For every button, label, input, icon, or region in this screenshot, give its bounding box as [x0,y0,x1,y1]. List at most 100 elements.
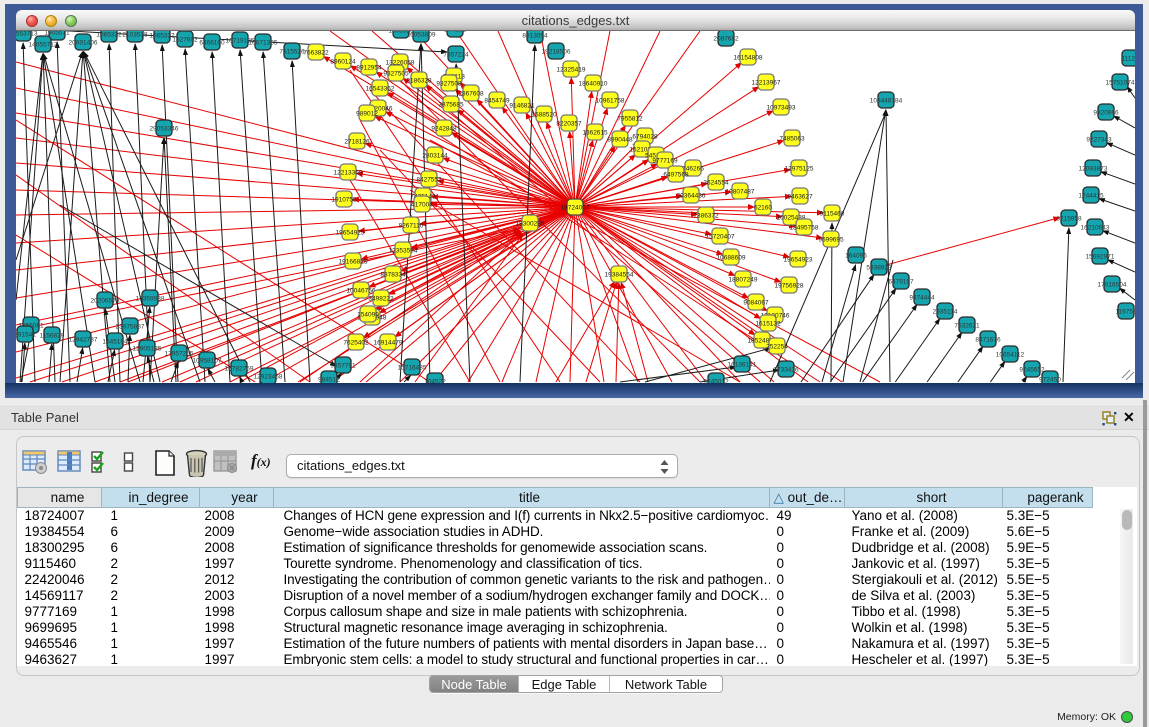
svg-text:1362615: 1362615 [582,129,608,136]
svg-text:15751074: 15751074 [1106,79,1135,86]
svg-text:18724007: 18724007 [561,204,590,211]
svg-text:23975887: 23975887 [116,323,145,330]
svg-text:15720407: 15720407 [706,233,735,240]
svg-text:12093873: 12093873 [1079,165,1108,172]
svg-text:7625402: 7625402 [343,339,369,346]
svg-text:9857791: 9857791 [330,362,356,369]
svg-text:12353594: 12353594 [389,247,418,254]
svg-text:6497568: 6497568 [663,171,689,178]
svg-text:17957255: 17957255 [165,350,194,357]
svg-text:19654923: 19654923 [784,256,813,263]
svg-text:9699695: 9699695 [818,236,844,243]
svg-text:9777169: 9777169 [652,157,678,164]
svg-text:29053346: 29053346 [150,125,179,132]
svg-text:7485063: 7485063 [779,135,805,142]
svg-text:16914479: 16914479 [374,339,403,346]
svg-text:8186328: 8186328 [406,77,432,84]
svg-text:1527602: 1527602 [172,36,198,43]
svg-text:62160: 62160 [754,204,772,211]
svg-text:17016504: 17016504 [1098,281,1127,288]
svg-text:2803144: 2803144 [422,152,448,159]
svg-text:16543362: 16543362 [366,85,395,92]
svg-text:16136141: 16136141 [728,361,757,368]
svg-text:1065332: 1065332 [96,31,122,38]
svg-text:6466160: 6466160 [199,39,225,46]
svg-text:8454749: 8454749 [484,97,510,104]
svg-text:8220357: 8220357 [556,120,582,127]
svg-text:7663822: 7663822 [303,49,329,56]
svg-text:18495758: 18495758 [790,224,819,231]
svg-text:9327508: 9327508 [436,80,462,87]
svg-text:154099: 154099 [357,311,379,318]
svg-text:1733426: 1733426 [773,366,799,373]
svg-text:1156829: 1156829 [40,332,65,339]
svg-text:15716485: 15716485 [398,364,427,371]
svg-text:1615132: 1615132 [755,320,781,327]
svg-text:10046756: 10046756 [347,287,376,294]
svg-text:9463627: 9463627 [787,193,813,200]
svg-text:19166825: 19166825 [339,258,368,265]
svg-text:391541: 391541 [16,331,36,338]
svg-text:16210643: 16210643 [1081,224,1110,231]
svg-text:20364436: 20364436 [677,192,706,199]
svg-text:20553713: 20553713 [16,31,38,37]
svg-text:2087682: 2087682 [713,35,739,42]
svg-text:12942737: 12942737 [69,336,98,343]
svg-text:12905135: 12905135 [133,345,162,352]
svg-text:16053809: 16053809 [407,31,436,38]
svg-text:3498222: 3498222 [368,295,394,302]
svg-text:10973493: 10973493 [767,104,796,111]
svg-text:10958107: 10958107 [193,357,222,364]
svg-text:2103538: 2103538 [122,31,148,38]
svg-text:1645194: 1645194 [102,338,128,345]
svg-text:18640910: 18640910 [579,80,608,87]
svg-text:7955812: 7955812 [617,115,643,122]
svg-text:417004: 417004 [411,201,433,208]
svg-text:19218506: 19218506 [542,48,571,55]
svg-text:17359938: 17359938 [136,295,165,302]
svg-text:972450: 972450 [1039,376,1061,383]
svg-text:2867608: 2867608 [458,90,484,97]
svg-text:9474444: 9474444 [909,294,935,301]
svg-text:8813054: 8813054 [522,32,548,39]
svg-text:15692971: 15692971 [1086,253,1115,260]
svg-text:164095: 164095 [845,252,867,259]
svg-text:7632621: 7632621 [954,322,980,329]
svg-text:10671385: 10671385 [249,39,278,46]
svg-text:116753: 116753 [1115,308,1135,315]
svg-text:1910755: 1910755 [331,196,357,203]
svg-text:12213967: 12213967 [752,79,781,86]
svg-text:989012: 989012 [356,110,378,117]
svg-text:7386372: 7386372 [693,212,719,219]
svg-text:12325419: 12325419 [557,66,586,73]
svg-text:9146821: 9146821 [509,102,535,109]
svg-text:1588520: 1588520 [531,111,557,118]
svg-text:8960124: 8960124 [330,58,356,65]
svg-text:3875685: 3875685 [438,101,464,108]
svg-text:12975125: 12975125 [785,165,814,172]
svg-text:7857224: 7857224 [443,51,469,58]
svg-text:1244415: 1244415 [1078,192,1104,199]
svg-text:18300295: 18300295 [516,220,545,227]
svg-text:20691406: 20691406 [69,39,98,46]
svg-text:7515526: 7515526 [279,48,305,55]
svg-text:14055712: 14055712 [29,41,58,48]
svg-text:9320966: 9320966 [1093,109,1119,116]
svg-text:8878334: 8878334 [380,271,406,278]
svg-text:9227343: 9227343 [1086,136,1112,143]
svg-text:106448784: 106448784 [870,97,903,104]
svg-text:9084067: 9084067 [743,299,769,306]
svg-text:9242848: 9242848 [431,125,457,132]
svg-text:10807487: 10807487 [726,188,755,195]
svg-text:9115460: 9115460 [820,210,845,217]
svg-text:9327505: 9327505 [383,70,409,77]
svg-text:984512: 984512 [318,376,340,383]
svg-text:10654112: 10654112 [996,351,1025,358]
svg-text:3215958: 3215958 [1056,215,1082,222]
svg-text:12923468: 12923468 [254,373,283,380]
svg-text:3624554: 3624554 [703,179,729,186]
svg-text:2935114: 2935114 [933,308,958,315]
svg-text:6479197: 6479197 [888,278,914,285]
svg-text:8267110: 8267110 [399,222,424,229]
svg-text:19384554: 19384554 [605,271,634,278]
